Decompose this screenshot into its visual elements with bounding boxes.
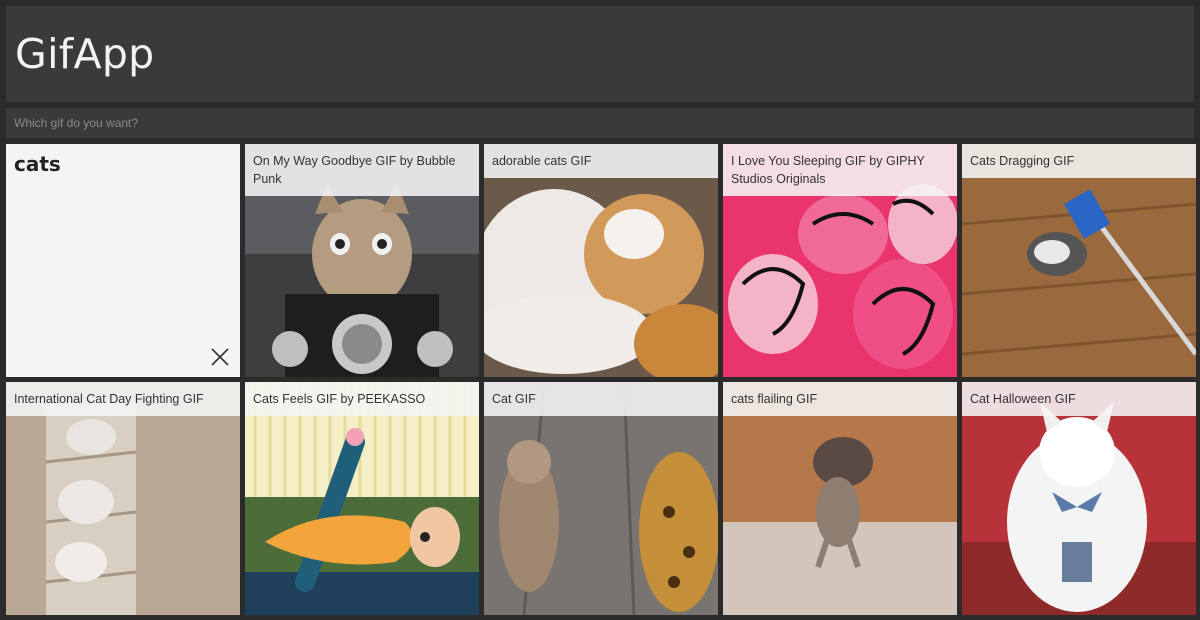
gif-tile[interactable]: Cats Feels GIF by PEEKASSO	[245, 382, 479, 615]
gif-title: Cats Feels GIF by PEEKASSO	[245, 382, 479, 416]
gif-title: On My Way Goodbye GIF by Bubble Punk	[245, 144, 479, 196]
query-tile: cats	[6, 144, 240, 377]
gif-tile[interactable]: Cats Dragging GIF	[962, 144, 1196, 377]
gif-image	[962, 144, 1196, 377]
search-bar	[6, 108, 1194, 138]
query-term: cats	[14, 152, 61, 176]
gif-tile[interactable]: International Cat Day Fighting GIF	[6, 382, 240, 615]
gif-tile[interactable]: On My Way Goodbye GIF by Bubble Punk	[245, 144, 479, 377]
gif-title: Cat Halloween GIF	[962, 382, 1196, 416]
gif-image	[723, 382, 957, 615]
gif-title: Cats Dragging GIF	[962, 144, 1196, 178]
gif-image	[484, 144, 718, 377]
app-title: GifApp	[15, 30, 155, 78]
gif-title: cats flailing GIF	[723, 382, 957, 416]
close-icon[interactable]	[210, 347, 230, 367]
gif-tile[interactable]: cats flailing GIF	[723, 382, 957, 615]
app-header: GifApp	[6, 6, 1194, 102]
gif-image	[962, 382, 1196, 615]
gif-tile[interactable]: Cat Halloween GIF	[962, 382, 1196, 615]
gif-title: adorable cats GIF	[484, 144, 718, 178]
gif-title: Cat GIF	[484, 382, 718, 416]
gif-image	[245, 382, 479, 615]
gif-title: International Cat Day Fighting GIF	[6, 382, 240, 416]
gif-grid: cats On My Way Goodbye GIF by Bubble Pun…	[6, 144, 1196, 620]
gif-tile[interactable]: Cat GIF	[484, 382, 718, 615]
gif-app: GifApp cats	[0, 0, 1200, 620]
gif-image	[6, 382, 240, 615]
search-input[interactable]	[6, 108, 1194, 138]
gif-image	[484, 382, 718, 615]
gif-tile[interactable]: I Love You Sleeping GIF by GIPHY Studios…	[723, 144, 957, 377]
gif-tile[interactable]: adorable cats GIF	[484, 144, 718, 377]
gif-title: I Love You Sleeping GIF by GIPHY Studios…	[723, 144, 957, 196]
